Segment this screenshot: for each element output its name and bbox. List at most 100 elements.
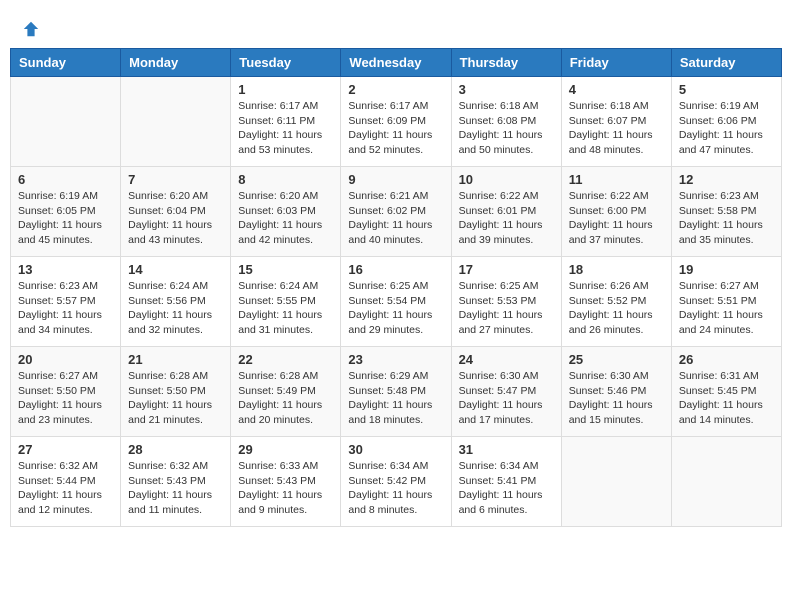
weekday-header-monday: Monday	[121, 49, 231, 77]
weekday-header-tuesday: Tuesday	[231, 49, 341, 77]
day-number: 6	[18, 172, 113, 187]
calendar-cell: 18 Sunrise: 6:26 AM Sunset: 5:52 PM Dayli…	[561, 257, 671, 347]
day-number: 24	[459, 352, 554, 367]
calendar-cell: 6 Sunrise: 6:19 AM Sunset: 6:05 PM Daylig…	[11, 167, 121, 257]
day-info: Sunrise: 6:29 AM Sunset: 5:48 PM Dayligh…	[348, 369, 443, 428]
calendar-cell: 3Sunrise: 6:18 AM Sunset: 6:08 PM Daylig…	[451, 77, 561, 167]
calendar-table: SundayMondayTuesdayWednesdayThursdayFrid…	[10, 48, 782, 527]
calendar-cell: 20 Sunrise: 6:27 AM Sunset: 5:50 PM Dayli…	[11, 347, 121, 437]
day-number: 27	[18, 442, 113, 457]
day-info: Sunrise: 6:26 AM Sunset: 5:52 PM Dayligh…	[569, 279, 664, 338]
day-info: Sunrise: 6:31 AM Sunset: 5:45 PM Dayligh…	[679, 369, 774, 428]
calendar-week-row: 13 Sunrise: 6:23 AM Sunset: 5:57 PM Dayli…	[11, 257, 782, 347]
calendar-cell: 28 Sunrise: 6:32 AM Sunset: 5:43 PM Dayli…	[121, 437, 231, 527]
weekday-header-wednesday: Wednesday	[341, 49, 451, 77]
calendar-cell: 14 Sunrise: 6:24 AM Sunset: 5:56 PM Dayli…	[121, 257, 231, 347]
day-info: Sunrise: 6:23 AM Sunset: 5:57 PM Dayligh…	[18, 279, 113, 338]
day-info: Sunrise: 6:32 AM Sunset: 5:44 PM Dayligh…	[18, 459, 113, 518]
day-info: Sunrise: 6:24 AM Sunset: 5:55 PM Dayligh…	[238, 279, 333, 338]
day-number: 28	[128, 442, 223, 457]
calendar-cell: 31 Sunrise: 6:34 AM Sunset: 5:41 PM Dayli…	[451, 437, 561, 527]
day-number: 12	[679, 172, 774, 187]
calendar-cell: 19Sunrise: 6:27 AM Sunset: 5:51 PM Dayli…	[671, 257, 781, 347]
day-info: Sunrise: 6:19 AM Sunset: 6:05 PM Dayligh…	[18, 189, 113, 248]
page-header	[10, 10, 782, 43]
day-info: Sunrise: 6:19 AM Sunset: 6:06 PM Dayligh…	[679, 99, 774, 158]
day-info: Sunrise: 6:22 AM Sunset: 6:01 PM Dayligh…	[459, 189, 554, 248]
calendar-cell: 11 Sunrise: 6:22 AM Sunset: 6:00 PM Dayli…	[561, 167, 671, 257]
day-info: Sunrise: 6:20 AM Sunset: 6:03 PM Dayligh…	[238, 189, 333, 248]
day-number: 29	[238, 442, 333, 457]
calendar-cell: 13 Sunrise: 6:23 AM Sunset: 5:57 PM Dayli…	[11, 257, 121, 347]
weekday-header-saturday: Saturday	[671, 49, 781, 77]
day-number: 20	[18, 352, 113, 367]
calendar-cell: 25 Sunrise: 6:30 AM Sunset: 5:46 PM Dayli…	[561, 347, 671, 437]
day-number: 18	[569, 262, 664, 277]
day-info: Sunrise: 6:23 AM Sunset: 5:58 PM Dayligh…	[679, 189, 774, 248]
calendar-cell: 7 Sunrise: 6:20 AM Sunset: 6:04 PM Daylig…	[121, 167, 231, 257]
day-number: 4	[569, 82, 664, 97]
calendar-cell	[561, 437, 671, 527]
logo-icon	[22, 20, 40, 38]
day-number: 7	[128, 172, 223, 187]
day-info: Sunrise: 6:32 AM Sunset: 5:43 PM Dayligh…	[128, 459, 223, 518]
calendar-cell: 29 Sunrise: 6:33 AM Sunset: 5:43 PM Dayli…	[231, 437, 341, 527]
day-info: Sunrise: 6:34 AM Sunset: 5:41 PM Dayligh…	[459, 459, 554, 518]
day-info: Sunrise: 6:30 AM Sunset: 5:46 PM Dayligh…	[569, 369, 664, 428]
calendar-cell: 15Sunrise: 6:24 AM Sunset: 5:55 PM Dayli…	[231, 257, 341, 347]
calendar-week-row: 27 Sunrise: 6:32 AM Sunset: 5:44 PM Dayli…	[11, 437, 782, 527]
day-info: Sunrise: 6:22 AM Sunset: 6:00 PM Dayligh…	[569, 189, 664, 248]
day-number: 11	[569, 172, 664, 187]
calendar-week-row: 1 Sunrise: 6:17 AM Sunset: 6:11 PM Daylig…	[11, 77, 782, 167]
calendar-header-row: SundayMondayTuesdayWednesdayThursdayFrid…	[11, 49, 782, 77]
calendar-cell	[11, 77, 121, 167]
calendar-cell: 23 Sunrise: 6:29 AM Sunset: 5:48 PM Dayli…	[341, 347, 451, 437]
day-info: Sunrise: 6:18 AM Sunset: 6:07 PM Dayligh…	[569, 99, 664, 158]
calendar-cell	[121, 77, 231, 167]
day-info: Sunrise: 6:17 AM Sunset: 6:09 PM Dayligh…	[348, 99, 443, 158]
day-info: Sunrise: 6:34 AM Sunset: 5:42 PM Dayligh…	[348, 459, 443, 518]
day-number: 22	[238, 352, 333, 367]
day-number: 23	[348, 352, 443, 367]
calendar-cell: 9 Sunrise: 6:21 AM Sunset: 6:02 PM Daylig…	[341, 167, 451, 257]
calendar-cell: 8 Sunrise: 6:20 AM Sunset: 6:03 PM Daylig…	[231, 167, 341, 257]
calendar-cell: 16Sunrise: 6:25 AM Sunset: 5:54 PM Dayli…	[341, 257, 451, 347]
day-number: 9	[348, 172, 443, 187]
calendar-cell: 27 Sunrise: 6:32 AM Sunset: 5:44 PM Dayli…	[11, 437, 121, 527]
day-number: 26	[679, 352, 774, 367]
calendar-cell: 1 Sunrise: 6:17 AM Sunset: 6:11 PM Daylig…	[231, 77, 341, 167]
day-info: Sunrise: 6:33 AM Sunset: 5:43 PM Dayligh…	[238, 459, 333, 518]
day-number: 10	[459, 172, 554, 187]
day-number: 3	[459, 82, 554, 97]
day-info: Sunrise: 6:28 AM Sunset: 5:49 PM Dayligh…	[238, 369, 333, 428]
day-info: Sunrise: 6:20 AM Sunset: 6:04 PM Dayligh…	[128, 189, 223, 248]
weekday-header-friday: Friday	[561, 49, 671, 77]
day-info: Sunrise: 6:27 AM Sunset: 5:51 PM Dayligh…	[679, 279, 774, 338]
day-number: 13	[18, 262, 113, 277]
day-info: Sunrise: 6:21 AM Sunset: 6:02 PM Dayligh…	[348, 189, 443, 248]
day-info: Sunrise: 6:24 AM Sunset: 5:56 PM Dayligh…	[128, 279, 223, 338]
day-number: 8	[238, 172, 333, 187]
calendar-cell: 10 Sunrise: 6:22 AM Sunset: 6:01 PM Dayli…	[451, 167, 561, 257]
calendar-cell: 2 Sunrise: 6:17 AM Sunset: 6:09 PM Daylig…	[341, 77, 451, 167]
day-number: 21	[128, 352, 223, 367]
weekday-header-thursday: Thursday	[451, 49, 561, 77]
day-number: 14	[128, 262, 223, 277]
calendar-cell: 21 Sunrise: 6:28 AM Sunset: 5:50 PM Dayli…	[121, 347, 231, 437]
weekday-header-sunday: Sunday	[11, 49, 121, 77]
logo	[20, 20, 40, 38]
day-number: 2	[348, 82, 443, 97]
calendar-cell: 12 Sunrise: 6:23 AM Sunset: 5:58 PM Dayli…	[671, 167, 781, 257]
day-info: Sunrise: 6:27 AM Sunset: 5:50 PM Dayligh…	[18, 369, 113, 428]
calendar-cell: 30Sunrise: 6:34 AM Sunset: 5:42 PM Dayli…	[341, 437, 451, 527]
calendar-cell: 22 Sunrise: 6:28 AM Sunset: 5:49 PM Dayli…	[231, 347, 341, 437]
day-info: Sunrise: 6:28 AM Sunset: 5:50 PM Dayligh…	[128, 369, 223, 428]
calendar-cell: 5Sunrise: 6:19 AM Sunset: 6:06 PM Daylig…	[671, 77, 781, 167]
day-number: 31	[459, 442, 554, 457]
day-info: Sunrise: 6:25 AM Sunset: 5:54 PM Dayligh…	[348, 279, 443, 338]
day-number: 1	[238, 82, 333, 97]
calendar-week-row: 6 Sunrise: 6:19 AM Sunset: 6:05 PM Daylig…	[11, 167, 782, 257]
calendar-cell: 24Sunrise: 6:30 AM Sunset: 5:47 PM Dayli…	[451, 347, 561, 437]
day-info: Sunrise: 6:17 AM Sunset: 6:11 PM Dayligh…	[238, 99, 333, 158]
day-number: 25	[569, 352, 664, 367]
